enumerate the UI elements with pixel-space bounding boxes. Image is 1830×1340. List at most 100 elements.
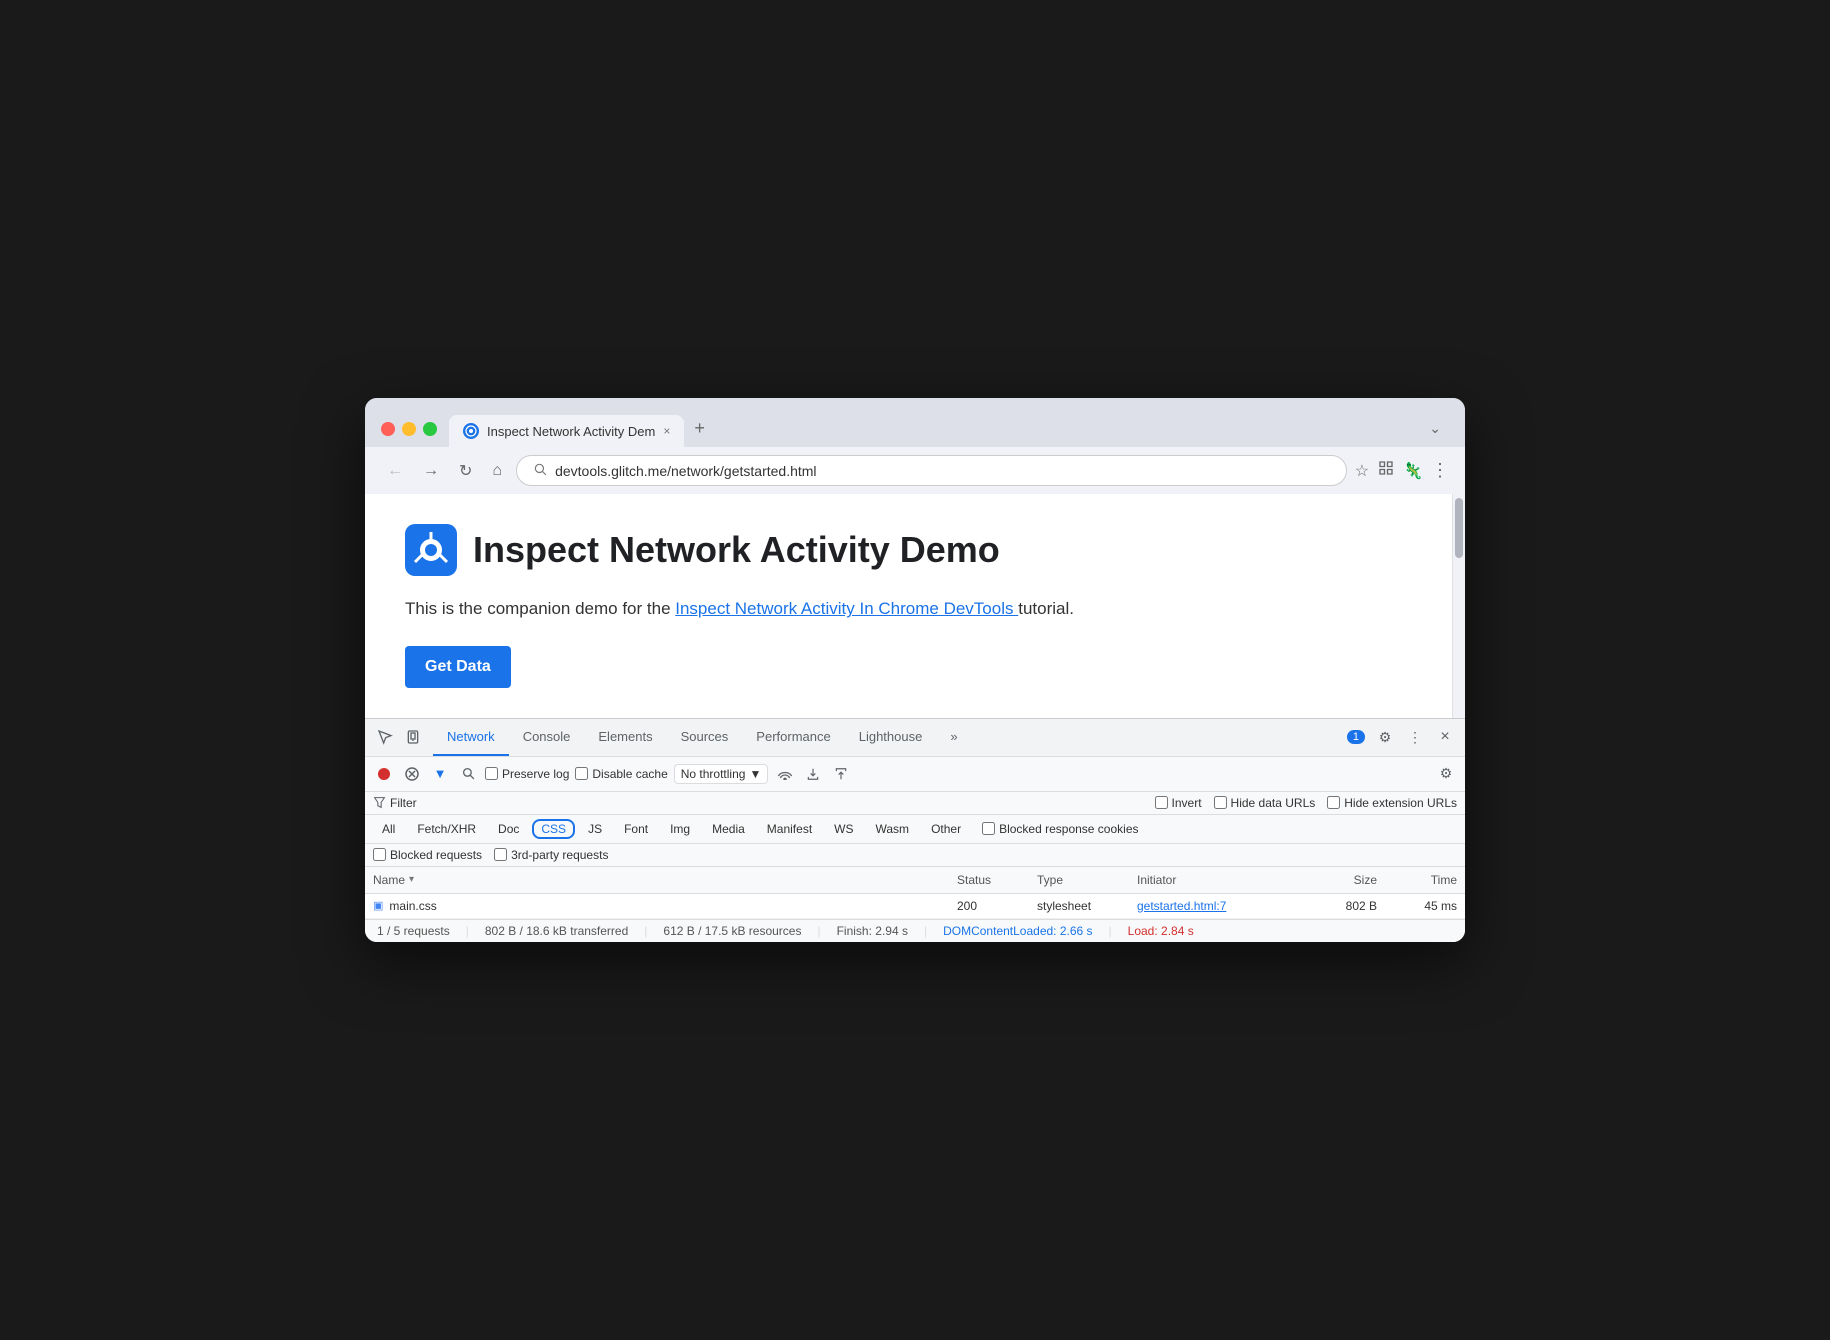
preserve-log-input[interactable] xyxy=(485,767,498,780)
minimize-button[interactable] xyxy=(402,422,416,436)
tab-sources[interactable]: Sources xyxy=(667,719,743,756)
devtools-more-icon[interactable]: ⋮ xyxy=(1403,725,1427,749)
col-header-status[interactable]: Status xyxy=(957,873,1037,887)
tab-network[interactable]: Network xyxy=(433,719,509,756)
blocked-requests-checkbox[interactable]: Blocked requests xyxy=(373,848,482,862)
type-btn-css[interactable]: CSS xyxy=(532,819,575,839)
page-subtitle: This is the companion demo for the Inspe… xyxy=(405,596,1412,622)
title-bar: Inspect Network Activity Dem × + ⌄ xyxy=(365,398,1465,447)
forward-button[interactable]: → xyxy=(417,458,445,484)
type-btn-font[interactable]: Font xyxy=(615,819,657,839)
browser-window: Inspect Network Activity Dem × + ⌄ ← → ↻… xyxy=(365,398,1465,942)
get-data-button[interactable]: Get Data xyxy=(405,646,511,688)
import-har-icon[interactable] xyxy=(802,763,824,785)
hide-data-urls-checkbox[interactable]: Hide data URLs xyxy=(1214,796,1316,810)
scrollbar[interactable] xyxy=(1453,494,1465,718)
type-btn-doc[interactable]: Doc xyxy=(489,819,528,839)
address-input[interactable]: devtools.glitch.me/network/getstarted.ht… xyxy=(516,455,1347,486)
export-har-icon[interactable] xyxy=(830,763,852,785)
type-btn-manifest[interactable]: Manifest xyxy=(758,819,821,839)
devtools-settings-icon[interactable]: ⚙ xyxy=(1373,725,1397,749)
tab-console[interactable]: Console xyxy=(509,719,585,756)
row-initiator[interactable]: getstarted.html:7 xyxy=(1137,899,1297,913)
preserve-log-checkbox[interactable]: Preserve log xyxy=(485,767,569,781)
search-button[interactable] xyxy=(457,763,479,785)
close-button[interactable] xyxy=(381,422,395,436)
chrome-logo xyxy=(405,524,457,576)
status-requests: 1 / 5 requests xyxy=(377,924,450,938)
network-conditions-icon[interactable] xyxy=(774,763,796,785)
devtools-close-icon[interactable]: × xyxy=(1433,725,1457,749)
refresh-button[interactable]: ↻ xyxy=(453,457,478,485)
clear-button[interactable] xyxy=(401,763,423,785)
row-name: ▣ main.css xyxy=(373,899,957,913)
devtools-link[interactable]: Inspect Network Activity In Chrome DevTo… xyxy=(675,599,1018,618)
table-row[interactable]: ▣ main.css 200 stylesheet getstarted.htm… xyxy=(365,894,1465,919)
tab-list-button[interactable]: ⌄ xyxy=(1421,412,1449,445)
tab-close-button[interactable]: × xyxy=(663,424,670,438)
network-table: Name ▾ Status Type Initiator Size Time xyxy=(365,867,1465,919)
device-toolbar-icon[interactable] xyxy=(401,725,425,749)
subtitle-pre: This is the companion demo for the xyxy=(405,599,675,618)
type-btn-img[interactable]: Img xyxy=(661,819,699,839)
home-button[interactable]: ⌂ xyxy=(486,458,508,484)
col-header-time[interactable]: Time xyxy=(1377,873,1457,887)
browser-menu-button[interactable]: ⋮ xyxy=(1431,460,1449,481)
avatar-button[interactable]: 🦎 xyxy=(1403,461,1423,481)
third-party-requests-checkbox[interactable]: 3rd-party requests xyxy=(494,848,608,862)
col-header-initiator[interactable]: Initiator xyxy=(1137,873,1297,887)
hide-data-urls-input[interactable] xyxy=(1214,796,1227,809)
network-settings-icon[interactable]: ⚙ xyxy=(1435,763,1457,785)
disable-cache-input[interactable] xyxy=(575,767,588,780)
disable-cache-checkbox[interactable]: Disable cache xyxy=(575,767,667,781)
type-btn-other[interactable]: Other xyxy=(922,819,970,839)
devtools-toolbar: ▼ Preserve log Disable cache No throttli… xyxy=(365,757,1465,792)
hide-ext-urls-checkbox[interactable]: Hide extension URLs xyxy=(1327,796,1457,810)
back-button[interactable]: ← xyxy=(381,458,409,484)
invert-input[interactable] xyxy=(1155,796,1168,809)
type-btn-fetchxhr[interactable]: Fetch/XHR xyxy=(408,819,485,839)
tab-elements[interactable]: Elements xyxy=(584,719,666,756)
record-button[interactable] xyxy=(373,763,395,785)
tab-performance[interactable]: Performance xyxy=(742,719,844,756)
type-btn-js[interactable]: JS xyxy=(579,819,611,839)
type-btn-wasm[interactable]: Wasm xyxy=(867,819,919,839)
main-area: Inspect Network Activity Demo This is th… xyxy=(365,494,1465,718)
filter-checkboxes: Invert Hide data URLs Hide extension URL… xyxy=(1155,796,1457,810)
invert-checkbox[interactable]: Invert xyxy=(1155,796,1202,810)
extension-button[interactable] xyxy=(1377,459,1395,482)
col-header-type[interactable]: Type xyxy=(1037,873,1137,887)
hide-ext-urls-input[interactable] xyxy=(1327,796,1340,809)
blocked-requests-input[interactable] xyxy=(373,848,386,861)
active-tab[interactable]: Inspect Network Activity Dem × xyxy=(449,415,684,447)
table-header: Name ▾ Status Type Initiator Size Time xyxy=(365,867,1465,894)
filter-bar: Filter Invert Hide data URLs Hide extens… xyxy=(365,792,1465,815)
scroll-thumb[interactable] xyxy=(1455,498,1463,558)
throttle-selector[interactable]: No throttling ▼ xyxy=(674,764,769,784)
address-security-icon xyxy=(533,462,547,479)
col-header-name[interactable]: Name ▾ xyxy=(373,873,957,887)
bookmark-button[interactable]: ☆ xyxy=(1355,461,1369,481)
row-status: 200 xyxy=(957,899,1037,913)
filter-mode-button[interactable]: ▼ xyxy=(429,763,451,785)
type-btn-ws[interactable]: WS xyxy=(825,819,862,839)
blocked-response-cookies-input[interactable] xyxy=(982,822,995,835)
new-tab-button[interactable]: + xyxy=(684,410,715,447)
type-btn-media[interactable]: Media xyxy=(703,819,754,839)
third-party-requests-input[interactable] xyxy=(494,848,507,861)
filter-label: Filter xyxy=(373,796,417,810)
status-load: Load: 2.84 s xyxy=(1128,924,1194,938)
inspect-element-icon[interactable] xyxy=(373,725,397,749)
type-filter-bar: All Fetch/XHR Doc CSS JS Font Img Media … xyxy=(365,815,1465,844)
status-resources: 612 B / 17.5 kB resources xyxy=(663,924,801,938)
tab-lighthouse[interactable]: Lighthouse xyxy=(845,719,937,756)
row-time: 45 ms xyxy=(1377,899,1457,913)
type-btn-all[interactable]: All xyxy=(373,819,404,839)
devtools-tabs-bar: Network Console Elements Sources Perform… xyxy=(365,719,1465,757)
maximize-button[interactable] xyxy=(423,422,437,436)
col-header-size[interactable]: Size xyxy=(1297,873,1377,887)
tab-more[interactable]: » xyxy=(936,719,971,756)
devtools-tool-icons xyxy=(373,725,425,749)
row-size: 802 B xyxy=(1297,899,1377,913)
blocked-response-cookies-checkbox[interactable]: Blocked response cookies xyxy=(982,822,1138,836)
